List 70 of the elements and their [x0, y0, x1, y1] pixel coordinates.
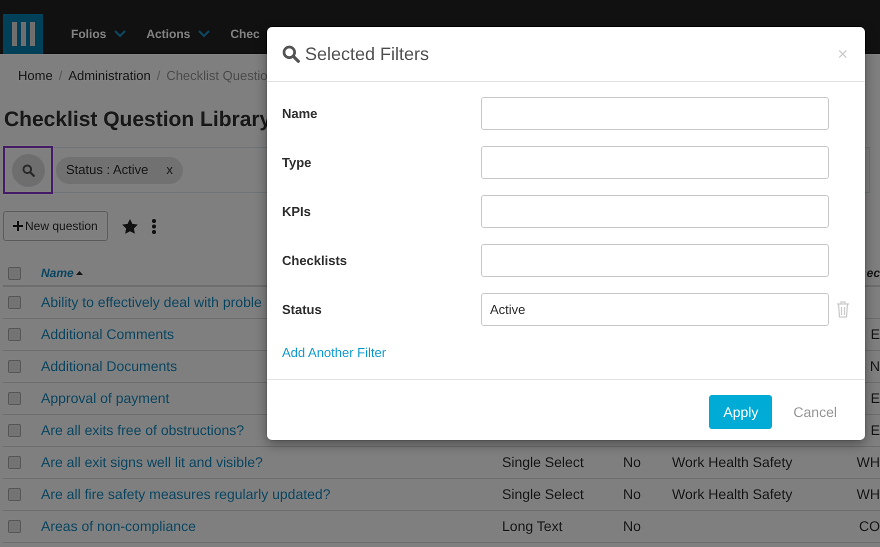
filter-input[interactable]: Active — [481, 293, 829, 326]
table-cell: Single Select — [502, 454, 584, 470]
search-icon — [22, 164, 34, 176]
table-cell: No — [623, 518, 641, 534]
chevron-down-icon — [114, 30, 126, 38]
more-options-icon[interactable] — [152, 218, 156, 234]
logo[interactable] — [3, 14, 43, 54]
row-checkbox[interactable] — [8, 266, 21, 280]
table-cell-text: WH — [856, 453, 880, 472]
question-link[interactable]: Additional Documents — [41, 358, 178, 374]
table-cell: Work Health Safety — [672, 486, 792, 502]
cancel-button[interactable]: Cancel — [793, 402, 837, 422]
nav-menu[interactable]: Chec — [230, 25, 260, 43]
trash-icon[interactable] — [836, 301, 850, 318]
column-header[interactable]: Name — [36, 264, 83, 282]
row-checkbox[interactable] — [8, 296, 21, 309]
table-cell-text: E — [870, 325, 880, 344]
plus-icon — [13, 221, 23, 231]
breadcrumb-separator: / — [156, 67, 160, 85]
question-link[interactable]: Areas of non-compliance — [41, 518, 196, 534]
search-button[interactable] — [3, 146, 53, 194]
question-link[interactable]: Are all exits free of obstructions? — [41, 422, 244, 438]
table-cell-text: E — [870, 389, 880, 408]
dialog-title: Selected Filters — [305, 42, 430, 66]
table-cell-text: E — [870, 421, 880, 440]
row-checkbox[interactable] — [8, 360, 21, 373]
filter-input[interactable] — [481, 146, 829, 179]
chip-remove-button[interactable]: x — [166, 160, 173, 180]
table-cell-text: WH — [856, 485, 880, 504]
nav-menu[interactable]: Actions — [146, 25, 210, 43]
new-question-button[interactable]: New question — [3, 211, 108, 241]
apply-button[interactable]: Apply — [709, 395, 772, 429]
chevron-down-icon — [198, 30, 210, 38]
column-header[interactable]: ec — [866, 264, 880, 282]
table-cell: Long Text — [502, 518, 562, 534]
table-cell-text: N — [870, 357, 880, 376]
table-cell: No — [623, 486, 641, 502]
row-checkbox[interactable] — [8, 392, 21, 405]
filter-label: Type — [282, 154, 312, 172]
search-icon — [282, 45, 300, 63]
row-checkbox[interactable] — [8, 520, 21, 533]
close-button[interactable]: × — [837, 45, 848, 63]
row-checkbox[interactable] — [8, 456, 21, 469]
breadcrumb-link[interactable]: Home — [18, 66, 53, 86]
filter-label: Status — [282, 300, 323, 319]
question-link[interactable]: Additional Comments — [41, 326, 174, 342]
filter-label: Checklists — [282, 252, 348, 270]
question-link[interactable]: Are all fire safety measures regularly updated? — [41, 486, 330, 502]
question-link[interactable]: Ability to effectively deal with proble — [41, 294, 262, 310]
filter-input[interactable] — [481, 97, 829, 130]
row-checkbox[interactable] — [8, 328, 21, 341]
question-link[interactable]: Are all exit signs well lit and visible? — [41, 454, 263, 470]
table-cell: Single Select — [502, 486, 584, 502]
filter-label: KPIs — [282, 202, 312, 221]
add-filter-link[interactable]: Add Another Filter — [282, 345, 386, 360]
filter-input[interactable] — [481, 195, 829, 228]
breadcrumb-separator: / — [58, 67, 62, 85]
nav-menu[interactable]: Folios — [71, 25, 126, 43]
row-checkbox[interactable] — [8, 488, 21, 501]
table-cell: Work Health Safety — [672, 454, 792, 470]
page-title: Checklist Question Library — [4, 106, 272, 132]
table-cell-text: CO — [859, 517, 880, 536]
filter-label: Name — [282, 104, 318, 123]
filter-input[interactable] — [481, 244, 829, 277]
breadcrumb-link[interactable]: Administration — [68, 66, 151, 86]
table-cell: No — [623, 454, 641, 470]
question-link[interactable]: Approval of payment — [41, 390, 170, 406]
chip-label: Status : Active — [66, 161, 148, 180]
star-icon[interactable] — [122, 218, 138, 234]
row-checkbox[interactable] — [8, 424, 21, 437]
